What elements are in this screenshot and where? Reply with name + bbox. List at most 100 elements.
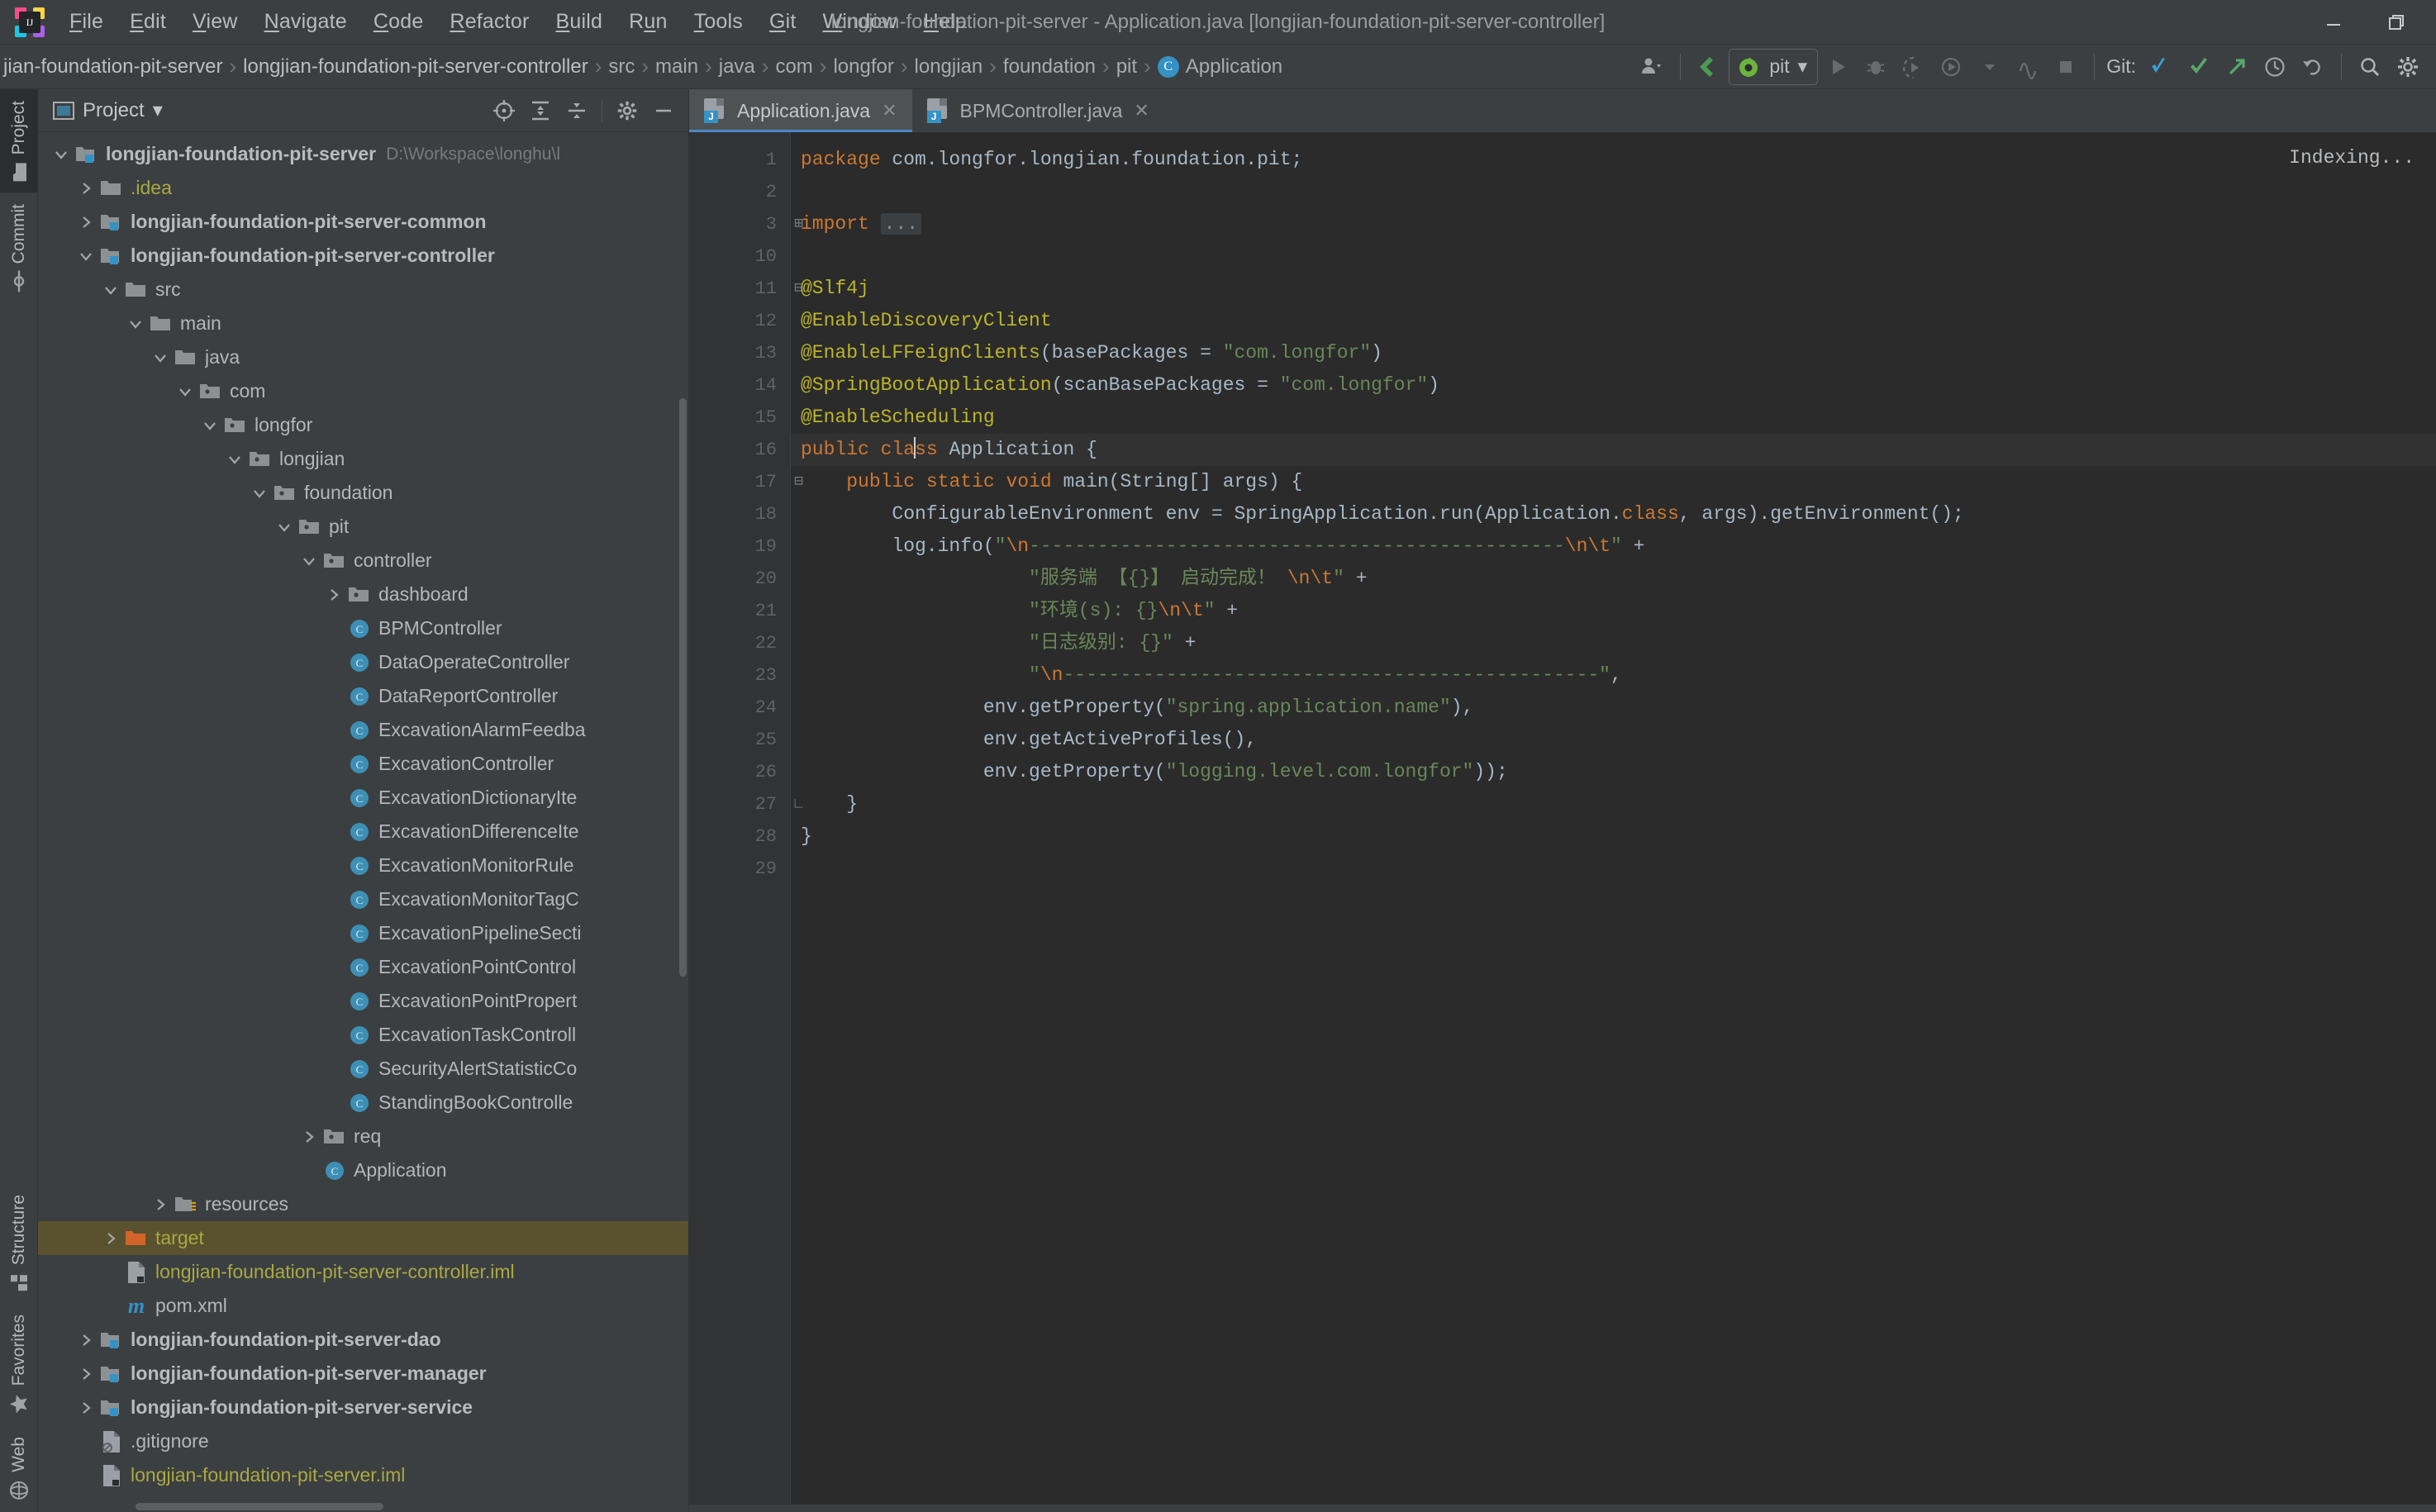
vcs-update-icon[interactable] (1691, 49, 1727, 85)
chevron-down-icon[interactable]: ▾ (153, 98, 163, 122)
code-line[interactable]: "\n-------------------------------------… (791, 659, 2436, 692)
tree-node-pom-xml[interactable]: m pom.xml (38, 1289, 688, 1323)
code-line[interactable] (791, 853, 2436, 885)
tree-node-excavationalarmfeedba[interactable]: C ExcavationAlarmFeedba (38, 713, 688, 747)
close-icon[interactable]: ✕ (1132, 100, 1149, 121)
tree-node-longjian-foundation-pit-server[interactable]: longjian-foundation-pit-server D:\Workspa… (38, 137, 688, 171)
close-icon[interactable]: ✕ (880, 100, 897, 121)
tree-node-longfor[interactable]: longfor (38, 408, 688, 442)
gutter-line-number[interactable]: 20 (689, 563, 790, 595)
chevron-right-icon[interactable] (74, 1400, 98, 1416)
run-configuration-selector[interactable]: pit ▾ (1729, 48, 1819, 85)
tree-node-controller[interactable]: controller (38, 544, 688, 578)
tree-node-idea[interactable]: .idea (38, 171, 688, 205)
tree-node-main[interactable]: main (38, 307, 688, 340)
chevron-down-icon[interactable] (149, 349, 172, 366)
code-line[interactable]: public class Application { (791, 434, 2436, 466)
gutter-line-number[interactable]: 24 (689, 692, 790, 724)
select-opened-file-icon[interactable] (488, 94, 521, 127)
breadcrumb-item-main[interactable]: main (652, 55, 702, 78)
code-line[interactable]: @Slf4j (791, 273, 2436, 305)
menu-window[interactable]: Window (810, 7, 911, 37)
chevron-down-icon[interactable] (198, 417, 221, 434)
code-line[interactable]: } (791, 788, 2436, 820)
menu-refactor[interactable]: Refactor (436, 7, 542, 37)
chevron-down-icon[interactable] (174, 383, 197, 400)
gutter-line-number[interactable]: 27 ∟ (689, 788, 803, 820)
settings-gear-icon[interactable] (2390, 49, 2426, 85)
breadcrumb-item-longfor[interactable]: longfor (830, 55, 897, 78)
tab-bpmcontroller-java[interactable]: J BPMController.java ✕ (912, 89, 1164, 132)
project-tree[interactable]: longjian-foundation-pit-server D:\Workspa… (38, 132, 688, 1500)
chevron-right-icon[interactable] (297, 1129, 321, 1145)
sidebar-item-commit[interactable]: Commit (0, 193, 38, 302)
tree-node-target[interactable]: target (38, 1221, 688, 1255)
gutter-line-number[interactable]: 21 (689, 595, 790, 627)
code-line[interactable]: ConfigurableEnvironment env = SpringAppl… (791, 498, 2436, 530)
expand-all-icon[interactable] (524, 94, 557, 127)
code-line[interactable]: @EnableLFFeignClients(basePackages = "co… (791, 337, 2436, 369)
tree-node-longjian-foundation-pit-server-dao[interactable]: longjian-foundation-pit-server-dao (38, 1323, 688, 1357)
chevron-down-icon[interactable] (50, 146, 73, 163)
chevron-down-icon[interactable] (248, 485, 271, 502)
gutter-line-number[interactable]: 18 (689, 498, 790, 530)
tree-node-excavationdifferenceite[interactable]: C ExcavationDifferenceIte (38, 815, 688, 849)
history-icon[interactable] (2257, 49, 2293, 85)
run-icon[interactable] (1820, 49, 1856, 85)
git-update-project-icon[interactable] (2143, 49, 2179, 85)
editor-gutter[interactable]: 1 2 3 ⊞ 10 11 ⊟ 12 13 14 15 16 17 ⊟ 18 19 20 21 22 23 24 25 26… (689, 132, 803, 1504)
tree-node-excavationpointcontrol[interactable]: C ExcavationPointControl (38, 950, 688, 984)
tree-node-excavationmonitortagc[interactable]: C ExcavationMonitorTagC (38, 882, 688, 916)
gutter-line-number[interactable]: 12 (689, 305, 790, 337)
tree-node-longjian-foundation-pit-server-controller[interactable]: longjian-foundation-pit-server-controlle… (38, 239, 688, 273)
gutter-line-number[interactable]: 23 (689, 659, 790, 692)
git-commit-icon[interactable] (2181, 49, 2217, 85)
chevron-down-icon[interactable] (223, 451, 246, 468)
code-line[interactable]: "服务端 【{}】 启动完成！ \n\t" + (791, 563, 2436, 595)
code-line[interactable] (791, 240, 2436, 273)
menu-git[interactable]: Git (756, 7, 810, 37)
sidebar-item-structure[interactable]: Structure (0, 1183, 38, 1303)
attach-profiler-icon[interactable] (2010, 49, 2046, 85)
hide-panel-icon[interactable] (647, 94, 680, 127)
stop-icon[interactable] (2048, 49, 2084, 85)
menu-edit[interactable]: Edit (117, 7, 179, 37)
minimize-icon[interactable] (2302, 2, 2365, 43)
run-with-coverage-icon[interactable] (1896, 49, 1932, 85)
menu-code[interactable]: Code (360, 7, 437, 37)
tree-node-excavationmonitorrule[interactable]: C ExcavationMonitorRule (38, 849, 688, 882)
menu-view[interactable]: View (179, 7, 251, 37)
restore-icon[interactable] (2365, 2, 2428, 43)
menu-build[interactable]: Build (543, 7, 616, 37)
gutter-line-number[interactable]: 29 (689, 853, 790, 885)
gutter-line-number[interactable]: 13 (689, 337, 790, 369)
breadcrumb-item-application[interactable]: C Application (1154, 55, 1286, 78)
gutter-line-number[interactable]: 2 (689, 176, 790, 208)
tree-node-dashboard[interactable]: dashboard (38, 578, 688, 611)
code-line[interactable]: @SpringBootApplication(scanBasePackages … (791, 369, 2436, 402)
code-line[interactable]: import ... (791, 208, 2436, 240)
gutter-line-number[interactable]: 17 ⊟ (689, 466, 803, 498)
chevron-down-icon[interactable] (124, 316, 147, 332)
tree-node-pit[interactable]: pit (38, 510, 688, 544)
tree-node-datareportcontroller[interactable]: C DataReportController (38, 679, 688, 713)
code-line[interactable]: package com.longfor.longjian.foundation.… (791, 144, 2436, 176)
chevron-right-icon[interactable] (74, 180, 98, 197)
tree-node-standingbookcontrolle[interactable]: C StandingBookControlle (38, 1086, 688, 1120)
gutter-line-number[interactable]: 1 (689, 144, 790, 176)
gutter-line-number[interactable]: 16 (689, 434, 790, 466)
tree-node-foundation[interactable]: foundation (38, 476, 688, 510)
debug-icon[interactable] (1858, 49, 1894, 85)
breadcrumb-item-foundation[interactable]: foundation (1000, 55, 1099, 78)
tree-node-req[interactable]: req (38, 1120, 688, 1153)
chevron-down-icon[interactable] (273, 519, 296, 535)
breadcrumb-item-com[interactable]: com (772, 55, 816, 78)
gutter-line-number[interactable]: 3 ⊞ (689, 208, 803, 240)
tree-node-java[interactable]: java (38, 340, 688, 374)
menu-tools[interactable]: Tools (681, 7, 756, 37)
code-line[interactable]: public static void main(String[] args) { (791, 466, 2436, 498)
tree-node-excavationcontroller[interactable]: C ExcavationController (38, 747, 688, 781)
tab-application-java[interactable]: J Application.java ✕ (689, 89, 912, 132)
profile-icon[interactable] (1934, 49, 1970, 85)
gutter-line-number[interactable]: 19 (689, 530, 790, 563)
